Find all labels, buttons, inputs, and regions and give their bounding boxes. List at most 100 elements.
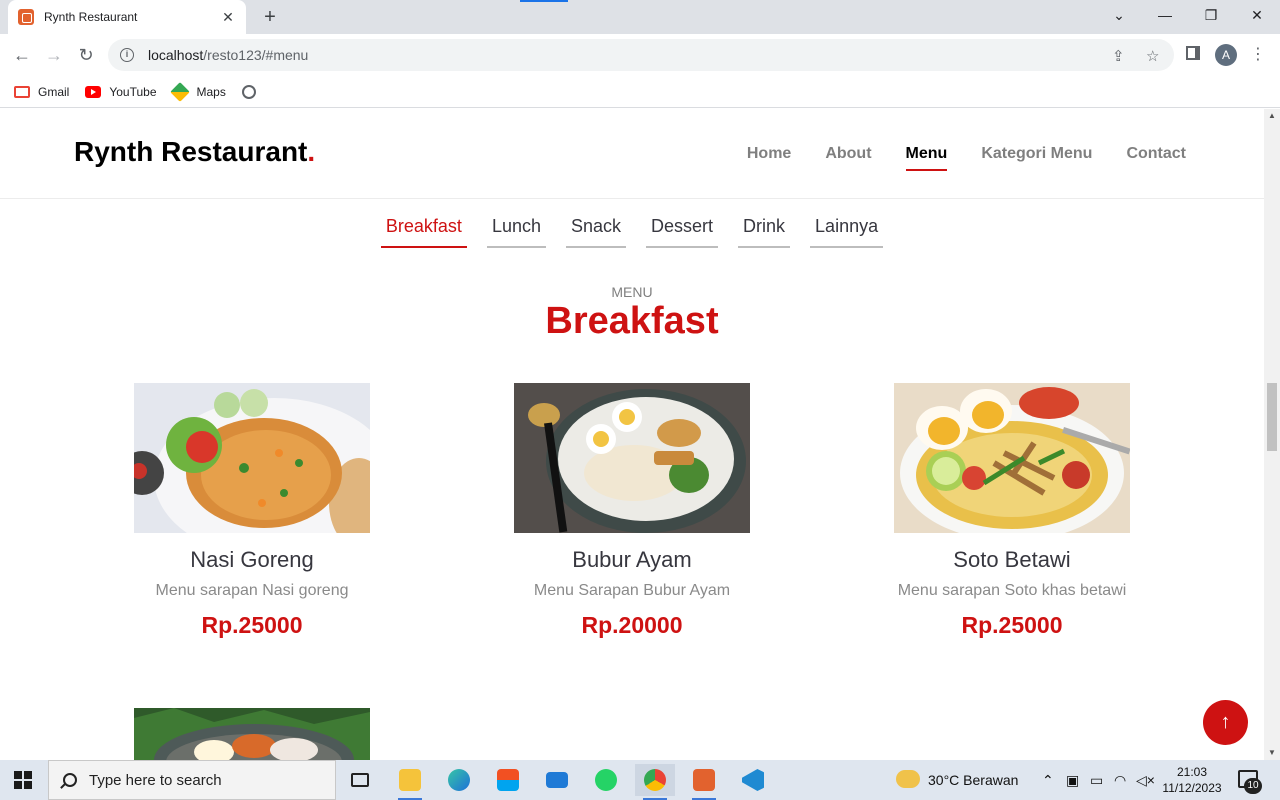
- url-text[interactable]: localhost/resto123/#menu: [148, 47, 308, 63]
- meet-now-icon[interactable]: ▣: [1066, 772, 1079, 789]
- tab-dessert[interactable]: Dessert: [646, 214, 719, 248]
- profile-avatar[interactable]: A: [1215, 44, 1237, 66]
- whatsapp-icon[interactable]: [586, 764, 626, 796]
- bookmark-globe[interactable]: [241, 84, 256, 99]
- menu-item-soto-betawi: Soto Betawi Menu sarapan Soto khas betaw…: [862, 547, 1162, 647]
- clock-time: 21:03: [1176, 765, 1208, 779]
- browser-tab[interactable]: Rynth Restaurant ✕: [8, 0, 246, 34]
- menu-item-name: Bubur Ayam: [572, 547, 692, 572]
- windows-start-icon[interactable]: [14, 771, 32, 789]
- task-view-icon[interactable]: [340, 764, 380, 796]
- weather-icon[interactable]: [896, 770, 920, 788]
- site-header: Rynth Restaurant. Home About Menu Katego…: [0, 109, 1264, 199]
- minimize-button[interactable]: —: [1142, 0, 1188, 30]
- bubur-ayam-image[interactable]: [514, 383, 750, 533]
- file-explorer-icon[interactable]: [390, 764, 430, 800]
- gmail-icon: [14, 85, 30, 98]
- logo-text: Rynth Restaurant: [74, 136, 308, 167]
- volume-muted-icon[interactable]: ◁×: [1136, 772, 1155, 789]
- wifi-icon[interactable]: ◠: [1114, 772, 1126, 789]
- chrome-icon[interactable]: [635, 764, 675, 800]
- xampp-icon[interactable]: [684, 764, 724, 800]
- bookmark-label: Gmail: [38, 84, 70, 99]
- xampp-favicon-icon: [18, 9, 34, 25]
- tab-lainnya[interactable]: Lainnya: [810, 214, 884, 248]
- menu-item-description: Menu Sarapan Bubur Ayam: [533, 582, 731, 599]
- address-bar[interactable]: i localhost/resto123/#menu ⇪ ☆: [108, 39, 1174, 71]
- menu-item-price: Rp.25000: [201, 612, 303, 638]
- tab-drink[interactable]: Drink: [738, 214, 791, 248]
- vscode-icon[interactable]: [733, 764, 773, 796]
- tab-lunch[interactable]: Lunch: [486, 214, 546, 248]
- menu-item-price: Rp.25000: [961, 612, 1063, 638]
- nasi-goreng-image[interactable]: [134, 383, 370, 533]
- url-host: localhost: [148, 47, 204, 63]
- menu-item-image[interactable]: [134, 708, 370, 760]
- nav-about[interactable]: About: [825, 145, 871, 171]
- menu-item-description: Menu sarapan Nasi goreng: [155, 582, 349, 599]
- back-to-top-button[interactable]: ↑: [1203, 700, 1248, 745]
- battery-icon[interactable]: ▭: [1090, 772, 1103, 789]
- page-scrollbar[interactable]: ▲ ▼: [1264, 109, 1280, 760]
- scroll-thumb[interactable]: [1267, 383, 1277, 451]
- url-path: /resto123/#menu: [203, 47, 309, 63]
- edge-icon[interactable]: [439, 764, 479, 796]
- tab-indicator: [520, 0, 568, 2]
- soto-betawi-image[interactable]: [894, 383, 1130, 533]
- store-icon[interactable]: [488, 764, 528, 796]
- scroll-down-icon[interactable]: ▼: [1264, 746, 1280, 760]
- nav-menu[interactable]: Menu: [905, 145, 947, 171]
- reload-icon[interactable]: ↻: [72, 41, 100, 69]
- browser-toolbar: ← → ↻ i localhost/resto123/#menu ⇪ ☆ A ⋮: [0, 34, 1280, 76]
- restore-button[interactable]: ❐: [1188, 0, 1234, 30]
- bookmark-star-icon[interactable]: ☆: [1146, 47, 1159, 65]
- share-icon[interactable]: ⇪: [1112, 47, 1125, 65]
- search-icon: [63, 773, 77, 787]
- nav-home[interactable]: Home: [747, 145, 791, 171]
- maps-icon: [169, 81, 190, 102]
- main-nav: Home About Menu Kategori Menu Contact: [713, 145, 1186, 171]
- section-title: Breakfast: [545, 300, 719, 342]
- mail-icon[interactable]: [537, 764, 577, 796]
- menu-item-bubur-ayam: Bubur Ayam Menu Sarapan Bubur Ayam Rp.20…: [482, 547, 782, 647]
- bookmark-maps[interactable]: Maps: [169, 81, 226, 102]
- tab-title: Rynth Restaurant: [44, 10, 138, 24]
- system-clock[interactable]: 21:03 11/12/2023: [1160, 764, 1224, 796]
- globe-icon: [241, 84, 256, 99]
- side-panel-icon[interactable]: [1186, 46, 1200, 60]
- bookmark-youtube[interactable]: YouTube: [85, 85, 157, 99]
- arrow-up-icon: ↑: [1220, 711, 1231, 733]
- nav-kategori-menu[interactable]: Kategori Menu: [981, 145, 1092, 171]
- show-hidden-icons[interactable]: ⌃: [1042, 772, 1054, 789]
- bookmarks-bar: Gmail YouTube Maps: [0, 76, 1280, 108]
- logo-dot: .: [307, 136, 316, 167]
- menu-item-description: Menu sarapan Soto khas betawi: [897, 582, 1127, 599]
- site-info-icon[interactable]: i: [120, 48, 134, 62]
- web-page: Rynth Restaurant. Home About Menu Katego…: [0, 109, 1264, 760]
- close-tab-icon[interactable]: ✕: [220, 9, 236, 26]
- tab-snack[interactable]: Snack: [565, 214, 627, 248]
- menu-item-nasi-goreng: Nasi Goreng Menu sarapan Nasi goreng Rp.…: [102, 547, 402, 647]
- menu-item-name: Nasi Goreng: [190, 547, 314, 572]
- forward-arrow-icon[interactable]: →: [40, 41, 68, 69]
- menu-item-price: Rp.20000: [581, 612, 683, 638]
- tab-search-icon[interactable]: ⌄: [1096, 0, 1142, 30]
- taskbar-search-input[interactable]: Type here to search: [48, 760, 336, 800]
- scroll-up-icon[interactable]: ▲: [1264, 109, 1280, 123]
- weather-text[interactable]: 30°C Berawan: [928, 772, 1018, 788]
- clock-date: 11/12/2023: [1162, 781, 1222, 795]
- nav-contact[interactable]: Contact: [1126, 145, 1186, 171]
- browser-tab-strip: Rynth Restaurant ✕ + ⌄ — ❐ ✕: [0, 0, 1280, 34]
- bookmark-gmail[interactable]: Gmail: [14, 85, 69, 99]
- back-arrow-icon[interactable]: ←: [8, 41, 36, 69]
- close-window-button[interactable]: ✕: [1234, 0, 1280, 30]
- youtube-icon: [85, 85, 102, 98]
- tab-breakfast[interactable]: Breakfast: [380, 214, 467, 248]
- bookmark-label: Maps: [196, 84, 226, 99]
- menu-item-name: Soto Betawi: [953, 547, 1071, 572]
- site-logo[interactable]: Rynth Restaurant.: [74, 136, 315, 168]
- more-options-icon[interactable]: ⋮: [1250, 44, 1266, 64]
- notification-count-badge: 10: [1244, 778, 1262, 794]
- new-tab-button[interactable]: +: [258, 5, 282, 29]
- search-placeholder: Type here to search: [89, 771, 222, 789]
